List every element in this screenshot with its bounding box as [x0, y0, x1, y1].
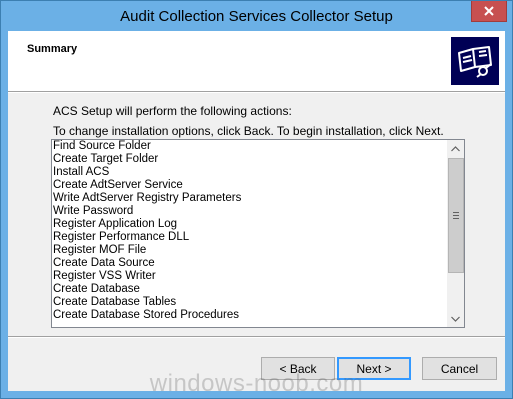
list-item: Register MOF File: [53, 244, 147, 256]
dialog-client-area: Summary ACS Setup will perform the follo…: [8, 31, 505, 391]
title-bar[interactable]: Audit Collection Services Collector Setu…: [1, 1, 512, 31]
chevron-up-icon: [451, 145, 460, 151]
list-item: Register Application Log: [53, 218, 178, 230]
chevron-down-icon: [451, 316, 460, 322]
actions-list[interactable]: Find Source Folder Create Target Folder In…: [51, 139, 465, 328]
scroll-down-button[interactable]: [447, 310, 464, 327]
actions-list-items: Find Source Folder Create Target Folder In…: [53, 140, 445, 322]
list-item: Create Database Stored Procedures: [53, 309, 240, 321]
list-item: Find Source Folder: [53, 140, 151, 152]
setup-book-icon: [451, 37, 499, 85]
scroll-up-button[interactable]: [447, 140, 464, 157]
list-item: Register VSS Writer: [53, 270, 156, 282]
close-button[interactable]: [471, 1, 507, 22]
list-item: Create Database Tables: [53, 296, 177, 308]
window-title: Audit Collection Services Collector Setu…: [120, 8, 393, 25]
list-item: Create Database: [53, 283, 140, 295]
setup-window: Audit Collection Services Collector Setu…: [0, 0, 513, 399]
vertical-scrollbar[interactable]: [447, 140, 464, 327]
scroll-thumb[interactable]: [448, 158, 464, 273]
footer-divider-highlight: [8, 337, 505, 338]
page-title: Summary: [27, 43, 78, 55]
list-item: Create Data Source: [53, 257, 155, 269]
list-item: Register Performance DLL: [53, 231, 190, 243]
list-item: Write Password: [53, 205, 134, 217]
wizard-header: Summary: [8, 31, 505, 91]
list-item: Install ACS: [53, 166, 110, 178]
list-item: Create Target Folder: [53, 153, 159, 165]
close-icon: [484, 6, 494, 16]
list-item: Create AdtServer Service: [53, 179, 183, 191]
watermark: windows-noob.com: [149, 370, 364, 397]
instruction-text: To change installation options, click Ba…: [53, 124, 444, 138]
grip-icon: [453, 212, 459, 219]
list-item: Write AdtServer Registry Parameters: [53, 192, 242, 204]
intro-text: ACS Setup will perform the following act…: [53, 104, 292, 118]
header-divider-highlight: [8, 92, 505, 93]
